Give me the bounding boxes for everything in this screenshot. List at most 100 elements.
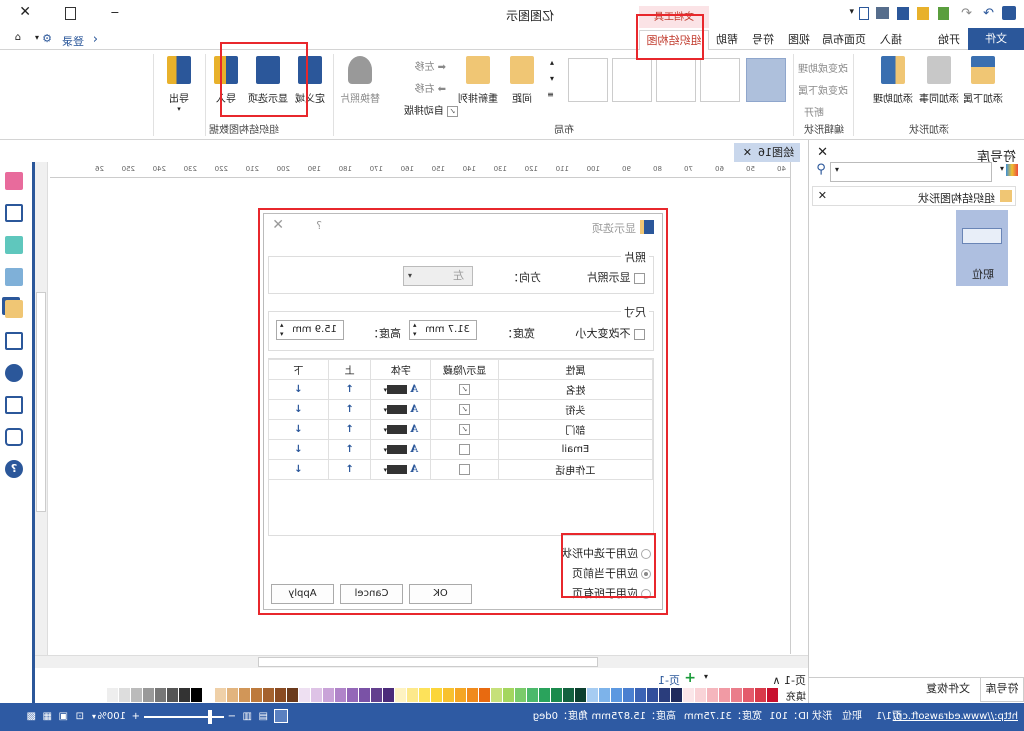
redo-icon[interactable]: ↷ — [983, 6, 994, 21]
rearrange-button[interactable]: 重新排列 — [456, 56, 500, 105]
layout-more-icon[interactable]: ≡ — [547, 90, 554, 99]
color-swatch[interactable] — [443, 688, 454, 702]
font-icon[interactable]: A — [410, 384, 418, 395]
font-color-swatch[interactable] — [387, 424, 408, 434]
arrow-up-icon[interactable]: ↑ — [345, 384, 353, 395]
page-tab[interactable]: 页-1 — [658, 672, 680, 688]
change-to-assistant-button[interactable]: 改变成助理 — [798, 60, 848, 75]
ok-button[interactable]: OK — [409, 584, 472, 604]
color-swatch[interactable] — [419, 688, 430, 702]
customize-dropdown-icon[interactable]: ▾ — [849, 7, 854, 17]
move-right-button[interactable]: ➡ 右移 — [414, 80, 446, 95]
layout-option-4[interactable] — [612, 58, 652, 102]
add-subordinate-button[interactable]: 添加下属 — [962, 56, 1004, 105]
restore-button[interactable] — [65, 7, 76, 20]
undo-icon[interactable]: ↶ — [961, 6, 972, 21]
layout-scroll-up-icon[interactable]: ▴ — [550, 58, 554, 67]
website-link[interactable]: http://www.edrawsoft.cn/ — [893, 703, 1018, 731]
arrow-up-icon[interactable]: ↑ — [345, 464, 353, 475]
image-icon[interactable] — [5, 268, 23, 286]
color-swatch[interactable] — [563, 688, 574, 702]
arrow-up-icon[interactable]: ↑ — [345, 404, 353, 415]
tab-home[interactable]: 开始 — [936, 30, 962, 50]
horizontal-scroll-thumb[interactable] — [258, 657, 598, 667]
font-color-swatch[interactable] — [387, 404, 408, 414]
color-swatch[interactable] — [527, 688, 538, 702]
color-swatch[interactable] — [167, 688, 178, 702]
arrow-up-icon[interactable]: ↑ — [345, 444, 353, 455]
zoom-level[interactable]: 100% — [97, 703, 126, 731]
color-swatch[interactable] — [491, 688, 502, 702]
arrow-down-icon[interactable]: ↓ — [294, 444, 302, 455]
library-category[interactable]: 组织结构图形状 ✕ — [812, 186, 1016, 206]
move-left-button[interactable]: ⬅ 左移 — [414, 58, 446, 73]
color-swatch[interactable] — [647, 688, 658, 702]
color-swatch[interactable] — [311, 688, 322, 702]
document-tab[interactable]: 绘图16 ✕ — [734, 143, 800, 162]
auto-layout-checkbox[interactable]: ✓ 自动排版 — [404, 102, 458, 117]
presentation-icon[interactable]: ▦ — [43, 703, 52, 731]
search-icon[interactable]: ⚲ — [816, 162, 826, 177]
color-swatch[interactable] — [275, 688, 286, 702]
color-swatch[interactable] — [251, 688, 262, 702]
color-swatch[interactable] — [467, 688, 478, 702]
color-swatch[interactable] — [659, 688, 670, 702]
fit-width-icon[interactable]: ▥ — [243, 703, 252, 731]
tab-view[interactable]: 视图 — [786, 30, 812, 50]
color-swatch[interactable] — [191, 688, 202, 702]
break-button[interactable]: 断开 — [804, 104, 824, 119]
color-swatch[interactable] — [407, 688, 418, 702]
minimize-button[interactable]: ‒ — [111, 5, 119, 20]
width-spinner[interactable]: 31.7 mm ▴ ▾ — [409, 320, 477, 340]
layer-icon[interactable] — [5, 300, 23, 318]
color-swatch[interactable] — [731, 688, 742, 702]
visibility-checkbox[interactable] — [459, 443, 471, 455]
color-swatch[interactable] — [155, 688, 166, 702]
comment-icon[interactable] — [5, 428, 23, 446]
layout-option-3[interactable] — [656, 58, 696, 102]
color-swatch[interactable] — [239, 688, 250, 702]
zoom-out-icon[interactable]: − — [228, 703, 236, 731]
tab-help[interactable]: 帮助 — [714, 30, 740, 50]
library-close-icon[interactable]: ✕ — [817, 145, 828, 160]
color-swatch[interactable] — [719, 688, 730, 702]
color-swatch[interactable] — [503, 688, 514, 702]
export-icon[interactable] — [859, 7, 869, 20]
vertical-scroll-thumb[interactable] — [36, 292, 46, 512]
print-icon[interactable] — [876, 7, 889, 19]
color-swatch[interactable] — [635, 688, 646, 702]
document-close-icon[interactable]: ✕ — [743, 146, 752, 159]
color-swatch[interactable] — [575, 688, 586, 702]
fill-icon[interactable] — [5, 172, 23, 190]
font-color-swatch[interactable] — [387, 444, 408, 454]
add-page-icon[interactable]: + — [684, 670, 696, 686]
color-swatch[interactable] — [143, 688, 154, 702]
checkbox[interactable]: ✓ — [447, 105, 458, 117]
font-color-swatch[interactable] — [387, 384, 408, 394]
layout-option-2[interactable] — [700, 58, 740, 102]
apply-button[interactable]: Apply — [271, 584, 334, 604]
spacing-button[interactable]: 间距 — [506, 56, 538, 105]
library-search-input[interactable]: ▾ — [830, 162, 992, 182]
font-color-dropdown-icon[interactable]: ▾ — [384, 406, 388, 414]
color-swatch[interactable] — [767, 688, 778, 702]
color-swatch[interactable] — [215, 688, 226, 702]
color-swatch[interactable] — [539, 688, 550, 702]
color-swatch[interactable] — [119, 688, 130, 702]
dialog-close-button[interactable]: ✕ — [272, 217, 284, 233]
color-swatch[interactable] — [383, 688, 394, 702]
normal-view-icon[interactable] — [274, 709, 288, 723]
horizontal-scrollbar[interactable] — [35, 655, 808, 668]
color-swatch[interactable] — [683, 688, 694, 702]
font-icon[interactable]: A — [410, 424, 418, 435]
color-swatch[interactable] — [755, 688, 766, 702]
color-swatch[interactable] — [299, 688, 310, 702]
color-swatch[interactable] — [455, 688, 466, 702]
font-icon[interactable]: A — [410, 444, 418, 455]
new-icon[interactable] — [938, 7, 949, 20]
font-icon[interactable]: A — [410, 464, 418, 475]
color-swatch[interactable] — [227, 688, 238, 702]
vertical-scrollbar[interactable] — [35, 162, 48, 655]
add-assistant-button[interactable]: 添加助理 — [870, 56, 916, 105]
help-icon[interactable]: ? — [5, 460, 23, 478]
